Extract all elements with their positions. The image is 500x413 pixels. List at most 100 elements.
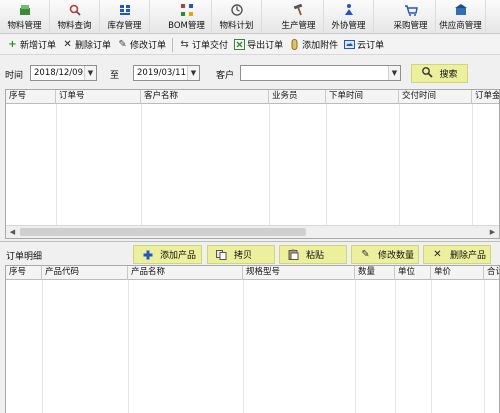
add-attachment-label: 添加附件 bbox=[302, 41, 339, 51]
delete-order-label: 删除订单 bbox=[75, 41, 112, 51]
column-header[interactable]: 单价 bbox=[431, 266, 484, 280]
date-to-picker[interactable]: 2019/03/11 ▼ bbox=[133, 65, 200, 81]
add-order-button[interactable]: + 新增订单 bbox=[4, 36, 59, 54]
attachment-icon bbox=[289, 39, 300, 50]
column-divider bbox=[395, 280, 396, 413]
edit-order-button[interactable]: ✎ 修改订单 bbox=[114, 36, 169, 54]
excel-icon bbox=[234, 39, 246, 50]
plus-icon bbox=[142, 250, 153, 260]
plan-icon bbox=[230, 3, 244, 17]
module-label: 生产管理 bbox=[281, 21, 316, 31]
toolbar-separator bbox=[172, 37, 174, 52]
edit-quantity-label: 修改数量 bbox=[378, 251, 415, 261]
add-order-label: 新增订单 bbox=[20, 41, 57, 51]
plus-icon: + bbox=[8, 38, 17, 50]
column-header[interactable]: 序号 bbox=[6, 266, 42, 280]
date-from-picker[interactable]: 2018/12/09 ▼ bbox=[30, 65, 97, 81]
order-table[interactable]: 序号 订单号 客户名称 业务员 下单时间 交付时间 订单金额 ◀ ▶ bbox=[5, 89, 500, 239]
outsource-icon bbox=[342, 3, 356, 17]
column-divider bbox=[431, 280, 432, 413]
edit-quantity-button[interactable]: ✎ 修改数量 bbox=[351, 245, 419, 264]
column-divider bbox=[141, 104, 142, 226]
inventory-icon bbox=[118, 3, 132, 17]
column-header[interactable]: 产品名称 bbox=[128, 266, 243, 280]
column-header[interactable]: 业务员 bbox=[269, 90, 326, 104]
chevron-down-icon[interactable]: ▼ bbox=[84, 66, 96, 80]
copy-icon bbox=[216, 249, 227, 260]
delete-product-button[interactable]: ✕ 删除产品 bbox=[423, 245, 491, 264]
scroll-left-icon[interactable]: ◀ bbox=[6, 226, 19, 238]
detail-title: 订单明细 bbox=[6, 252, 43, 262]
module-label: 供应商管理 bbox=[439, 21, 482, 31]
horizontal-scrollbar[interactable]: ◀ ▶ bbox=[6, 225, 499, 238]
cloud-icon bbox=[344, 39, 356, 50]
column-divider bbox=[472, 104, 473, 226]
module-label: 外协管理 bbox=[331, 21, 366, 31]
order-table-header: 序号 订单号 客户名称 业务员 下单时间 交付时间 订单金额 bbox=[6, 90, 499, 104]
customer-select[interactable]: ▼ bbox=[240, 65, 401, 81]
column-divider bbox=[399, 104, 400, 226]
deliver-icon: ⇆ bbox=[180, 38, 189, 50]
customer-label: 客户 bbox=[216, 71, 235, 81]
deliver-order-label: 订单交付 bbox=[192, 41, 229, 51]
cloud-order-button[interactable]: 云订单 bbox=[341, 36, 387, 54]
column-header[interactable]: 交付时间 bbox=[399, 90, 472, 104]
order-action-toolbar: + 新增订单 ✕ 删除订单 ✎ 修改订单 ⇆ 订单交付 导出订单 添加附件 云订… bbox=[0, 35, 500, 55]
time-label: 时间 bbox=[5, 71, 24, 81]
module-bom[interactable]: BOM管理 bbox=[162, 0, 212, 34]
column-divider bbox=[484, 280, 485, 413]
module-inventory[interactable]: 库存管理 bbox=[100, 0, 150, 34]
search-icon bbox=[421, 66, 434, 81]
module-materials[interactable]: 物料管理 bbox=[0, 0, 50, 34]
scrollbar-thumb[interactable] bbox=[20, 228, 306, 236]
module-purchase[interactable]: 采购管理 bbox=[386, 0, 436, 34]
materials-icon bbox=[18, 3, 32, 17]
module-supplier[interactable]: 供应商管理 bbox=[436, 0, 486, 34]
column-divider bbox=[128, 280, 129, 413]
copy-label: 拷贝 bbox=[234, 251, 253, 261]
column-header[interactable]: 数量 bbox=[355, 266, 395, 280]
hammer-icon bbox=[292, 3, 306, 17]
edit-order-label: 修改订单 bbox=[130, 41, 167, 51]
chevron-down-icon[interactable]: ▼ bbox=[388, 66, 400, 80]
module-material-plan[interactable]: 物料计划 bbox=[212, 0, 262, 34]
paste-button[interactable]: 粘贴 bbox=[279, 245, 347, 264]
search-label: 搜索 bbox=[439, 70, 458, 80]
chevron-down-icon[interactable]: ▼ bbox=[187, 66, 199, 80]
bom-icon bbox=[180, 3, 194, 17]
column-header[interactable]: 客户名称 bbox=[141, 90, 269, 104]
export-order-button[interactable]: 导出订单 bbox=[231, 36, 286, 54]
add-product-button[interactable]: 添加产品 bbox=[133, 245, 202, 264]
column-header[interactable]: 下单时间 bbox=[326, 90, 399, 104]
module-production[interactable]: 生产管理 bbox=[274, 0, 324, 34]
column-header[interactable]: 订单号 bbox=[56, 90, 141, 104]
column-header[interactable]: 规格型号 bbox=[243, 266, 355, 280]
deliver-order-button[interactable]: ⇆ 订单交付 bbox=[176, 36, 231, 54]
scroll-right-icon[interactable]: ▶ bbox=[486, 226, 499, 238]
module-label: BOM管理 bbox=[168, 21, 205, 31]
module-toolbar: 物料管理 物料查询 库存管理 BOM管理 物料计划 生产管理 外协管理 采购管理… bbox=[0, 0, 500, 34]
pencil-icon: ✎ bbox=[118, 38, 127, 50]
column-header[interactable]: 序号 bbox=[6, 90, 56, 104]
column-divider bbox=[355, 280, 356, 413]
column-header[interactable]: 单位 bbox=[395, 266, 431, 280]
delete-order-button[interactable]: ✕ 删除订单 bbox=[59, 36, 114, 54]
close-icon: ✕ bbox=[63, 38, 72, 50]
supplier-icon bbox=[454, 3, 468, 17]
date-from-value: 2018/12/09 bbox=[34, 68, 83, 78]
detail-table-header: 序号 产品代码 产品名称 规格型号 数量 单位 单价 合计 bbox=[6, 266, 499, 280]
module-outsource[interactable]: 外协管理 bbox=[324, 0, 374, 34]
column-divider bbox=[269, 104, 270, 226]
copy-button[interactable]: 拷贝 bbox=[207, 245, 275, 264]
column-header[interactable]: 订单金额 bbox=[472, 90, 499, 104]
module-material-query[interactable]: 物料查询 bbox=[50, 0, 100, 34]
column-header[interactable]: 产品代码 bbox=[42, 266, 128, 280]
search-button[interactable]: 搜索 bbox=[411, 64, 468, 83]
add-attachment-button[interactable]: 添加附件 bbox=[286, 36, 341, 54]
to-label: 至 bbox=[110, 71, 120, 81]
order-detail-table[interactable]: 序号 产品代码 产品名称 规格型号 数量 单位 单价 合计 bbox=[5, 265, 500, 413]
purchase-icon bbox=[404, 3, 418, 17]
add-product-label: 添加产品 bbox=[160, 251, 197, 261]
column-header[interactable]: 合计 bbox=[484, 266, 499, 280]
search-icon bbox=[68, 3, 82, 17]
